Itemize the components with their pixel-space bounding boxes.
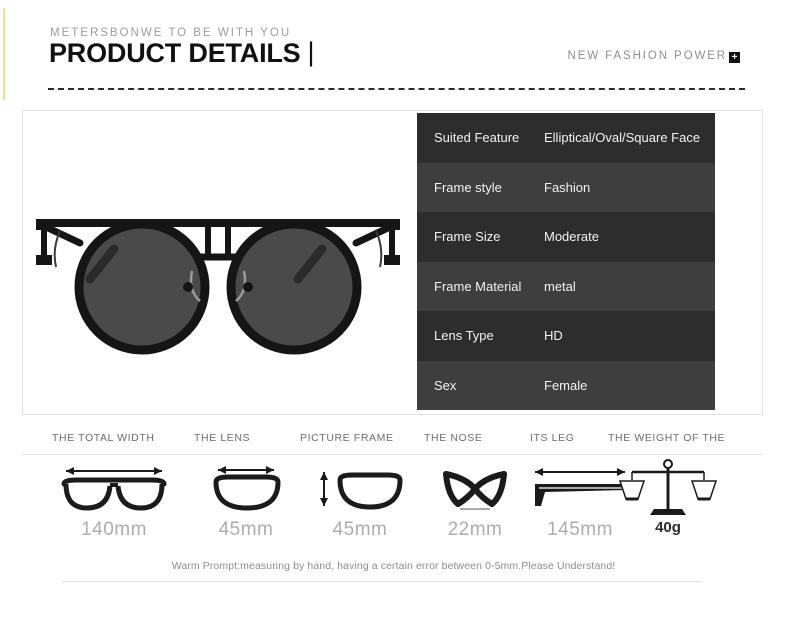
spec-value: Female (544, 377, 588, 393)
title-bar-glyph: | (307, 37, 315, 67)
measurements-value-row: 140mm 45mm 45mm 22mm 145mm 40g (22, 455, 763, 567)
spec-key: Frame style (434, 179, 502, 195)
lens-width-icon (188, 459, 304, 517)
spec-key: Sex (434, 377, 457, 393)
measure-value-picture-frame: 45mm (332, 519, 388, 540)
measure-header-leg: ITS LEG (530, 432, 575, 444)
measure-header-lens: THE LENS (194, 432, 251, 444)
spec-key: Frame Material (434, 278, 522, 294)
warm-prompt-text: Warm Prompt:measuring by hand, having a … (171, 560, 616, 572)
spec-value: HD (544, 328, 563, 344)
measure-value-weight: 40g (655, 519, 681, 536)
new-fashion-power-text: NEW FASHION POWER (567, 50, 727, 62)
spec-value: Moderate (544, 229, 599, 245)
glasses-width-icon (44, 459, 184, 517)
product-details-page: METERSBONWE TO BE WITH YOU PRODUCT DETAI… (0, 0, 787, 636)
spec-key: Frame Size (434, 229, 501, 245)
measure-cell-nose: 22mm (420, 459, 530, 541)
specification-table: Suited Feature Elliptical/Oval/Square Fa… (417, 113, 715, 410)
nose-bridge-icon (420, 459, 530, 517)
measure-value-total-width: 140mm (81, 519, 147, 540)
page-title-text: PRODUCT DETAILS (49, 38, 301, 68)
measure-header-total-width: THE TOTAL WIDTH (52, 432, 155, 444)
new-fashion-power-label: NEW FASHION POWER + (567, 50, 740, 63)
measure-header-picture-frame: PICTURE FRAME (300, 432, 394, 444)
measurements-header-row: THE TOTAL WIDTH THE LENS PICTURE FRAME T… (22, 428, 763, 455)
table-row: Frame Size Moderate (417, 212, 715, 262)
lens-height-icon (300, 459, 420, 517)
measure-header-weight: THE WEIGHT OF THE (608, 432, 726, 444)
measure-cell-lens: 45mm (188, 459, 304, 541)
page-header: METERSBONWE TO BE WITH YOU PRODUCT DETAI… (0, 0, 787, 90)
table-row: Frame style Fashion (417, 162, 715, 212)
page-title: PRODUCT DETAILS | (49, 37, 315, 69)
measurements-section: THE TOTAL WIDTH THE LENS PICTURE FRAME T… (22, 428, 763, 567)
product-image (22, 183, 414, 373)
table-row: Frame Material metal (417, 261, 715, 311)
measure-cell-picture-frame: 45mm (300, 459, 420, 541)
measure-cell-total-width: 140mm (44, 459, 184, 541)
spec-value: metal (544, 278, 576, 294)
table-row: Lens Type HD (417, 311, 715, 361)
measure-value-nose: 22mm (447, 519, 503, 540)
spec-key: Suited Feature (434, 130, 520, 146)
measure-header-nose: THE NOSE (424, 432, 483, 444)
spec-key: Lens Type (434, 328, 494, 344)
table-row: Sex Female (417, 360, 715, 410)
footer-divider (62, 581, 702, 582)
measure-cell-weight: 40g (608, 455, 728, 536)
balance-scale-icon (608, 455, 728, 517)
plus-icon: + (729, 52, 740, 63)
table-row: Suited Feature Elliptical/Oval/Square Fa… (417, 113, 715, 163)
spec-value: Elliptical/Oval/Square Face (544, 130, 701, 146)
measure-value-lens: 45mm (218, 519, 274, 540)
header-dashed-divider (48, 88, 745, 90)
spec-value: Fashion (544, 179, 591, 195)
